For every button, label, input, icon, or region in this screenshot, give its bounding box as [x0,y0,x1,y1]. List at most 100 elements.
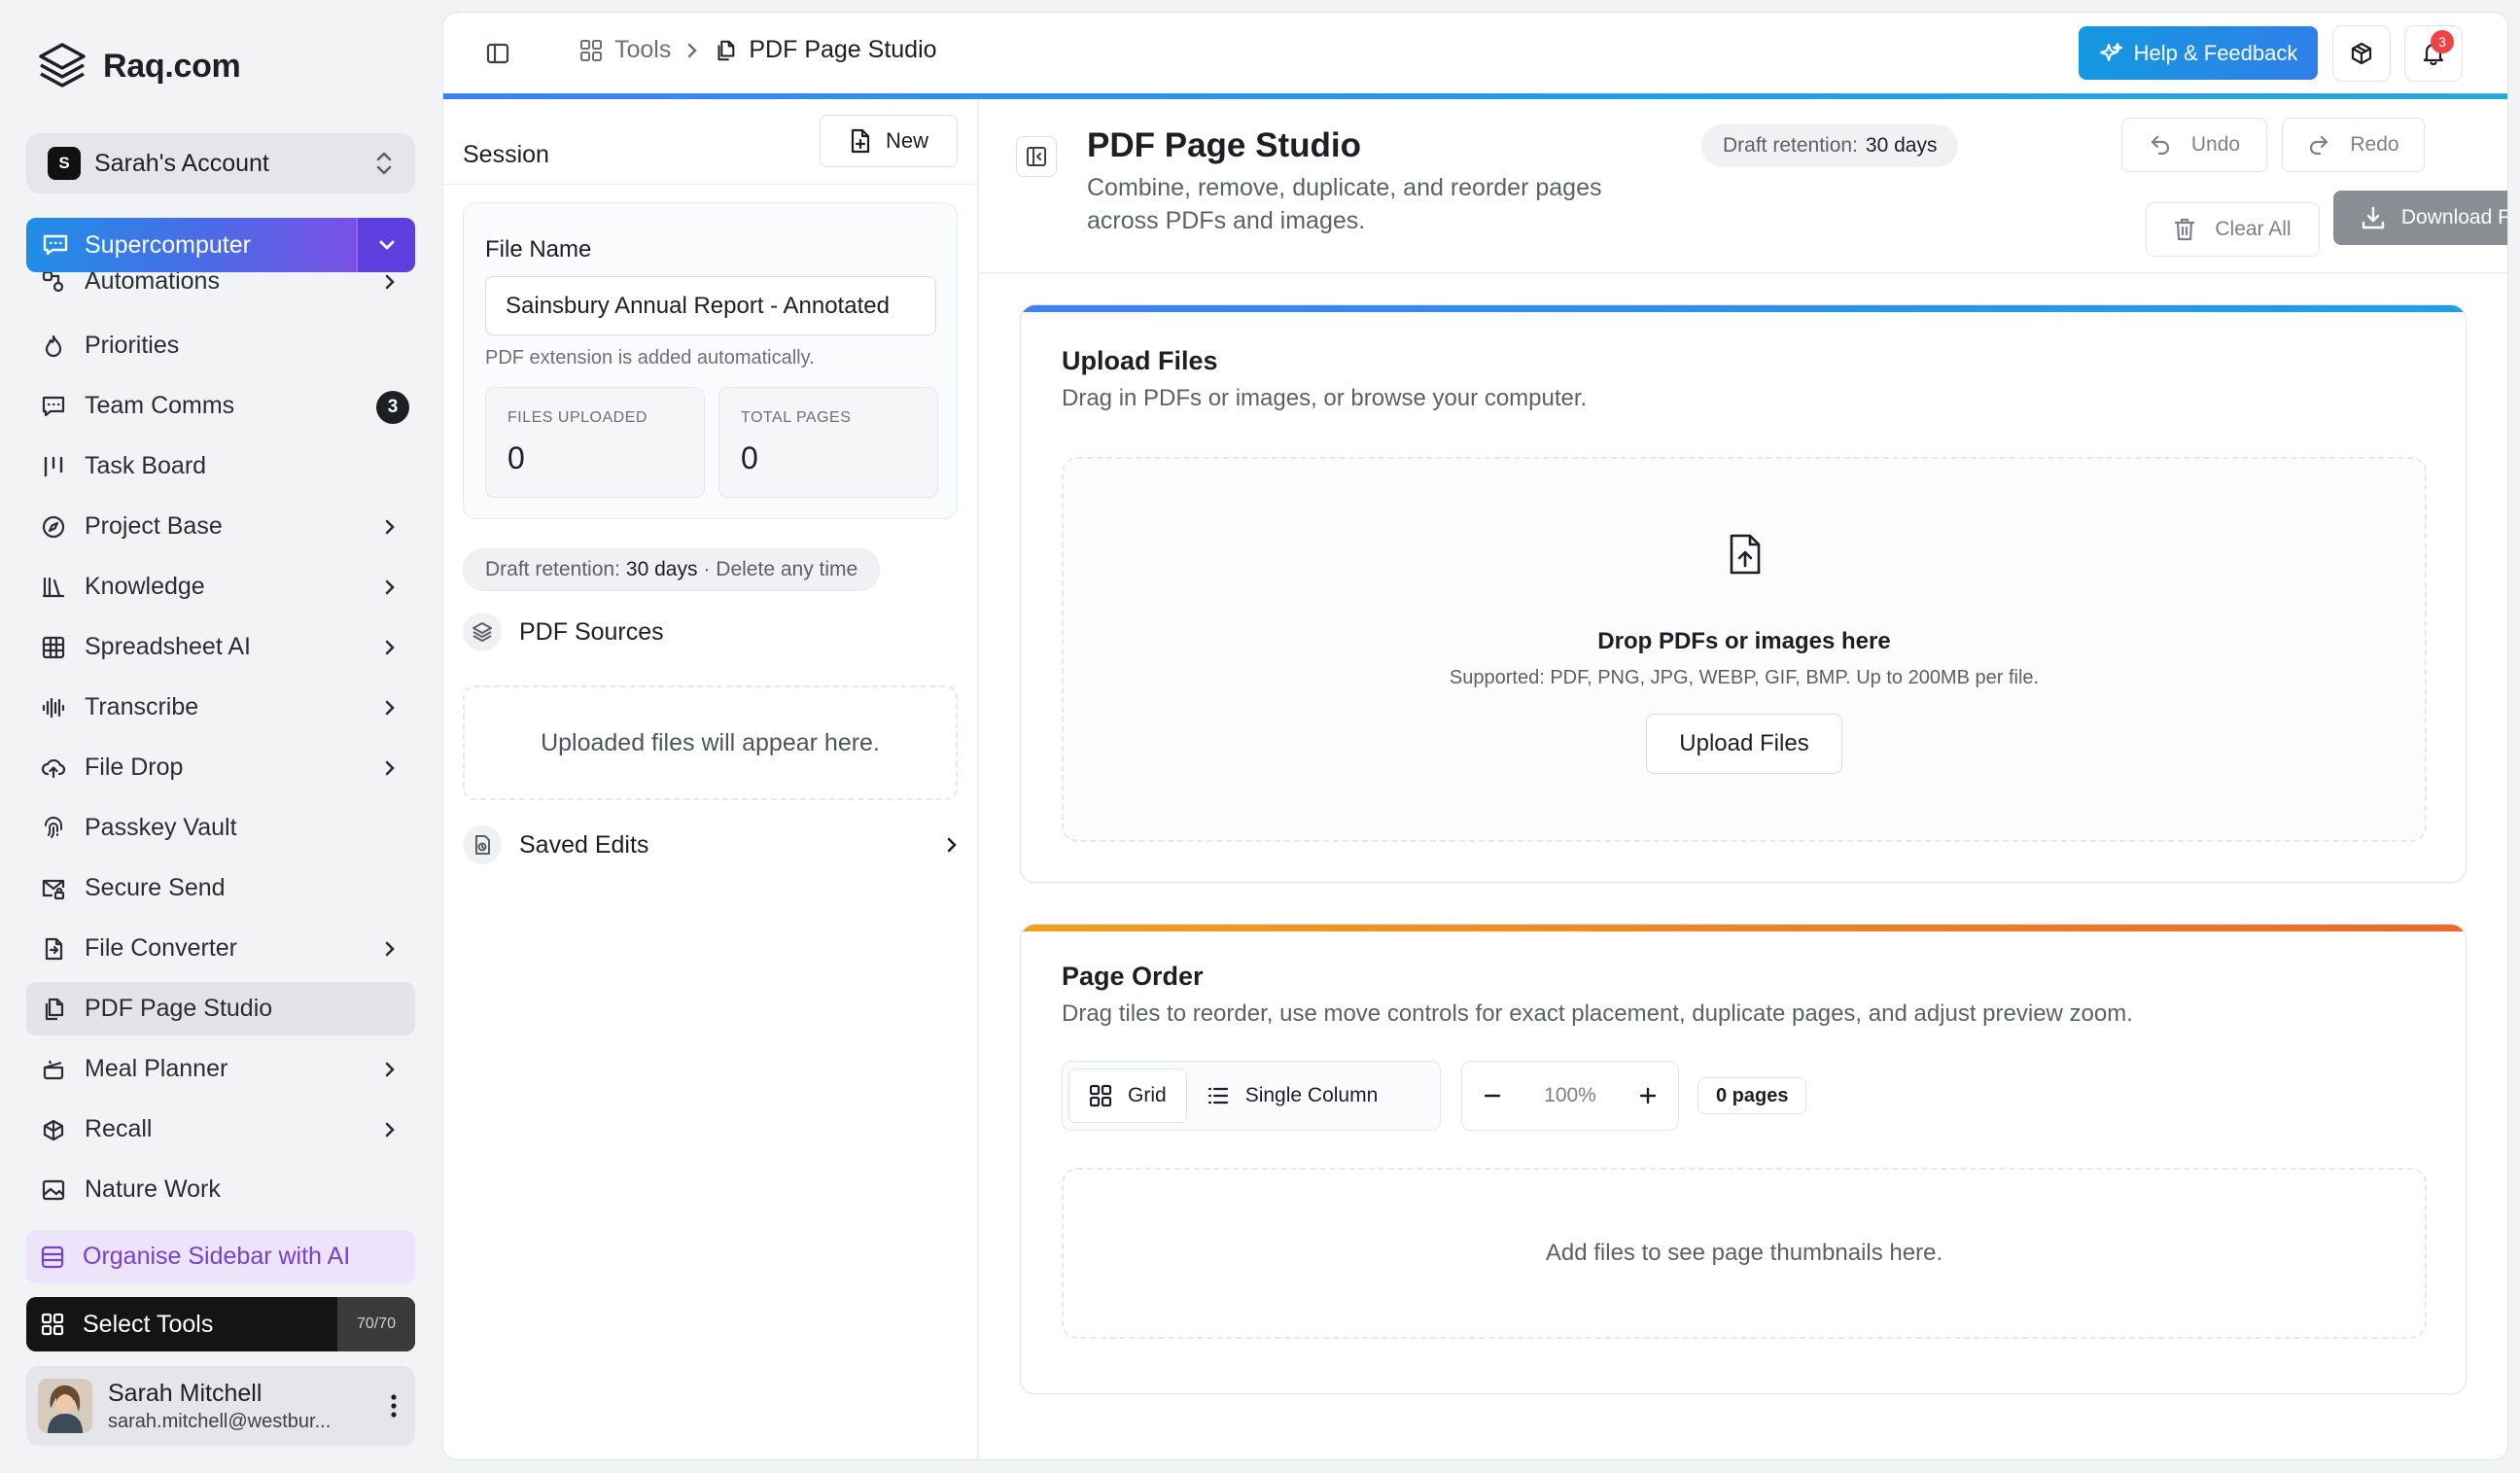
drop-zone[interactable]: Drop PDFs or images here Supported: PDF,… [1062,457,2427,842]
retention-prefix: Draft retention: [485,558,620,580]
sidebar-item-label: Automations [85,268,220,295]
file-name-hint: PDF extension is added automatically. [485,347,815,368]
draft-retention-value: 30 days [1865,134,1938,157]
undo-button[interactable]: Undo [2121,118,2267,172]
sidebar-item-knowledge[interactable]: Knowledge [26,560,415,614]
sidebar-item-file-drop[interactable]: File Drop [26,741,415,794]
breadcrumb: Tools PDF Page Studio [579,36,937,64]
pdf-sources-title: PDF Sources [519,617,664,646]
unread-badge: 3 [376,391,409,424]
sidebar-item-label: Priorities [85,332,180,359]
sidebar-item-label: Nature Work [85,1175,221,1203]
saved-edits-toggle[interactable]: Saved Edits [463,821,958,869]
supercomputer-button[interactable]: Supercomputer [26,218,415,272]
sparkle-list-icon [40,1245,65,1270]
sidebar: Raq.com S Sarah's Account Automations Pr… [0,0,442,1473]
draft-retention-label: Draft retention: [1723,134,1858,157]
table-icon [40,634,67,661]
saved-edits-label: Saved Edits [519,830,649,859]
zoom-in-icon[interactable] [1637,1085,1659,1106]
avatar [38,1379,92,1433]
notifications-button[interactable]: 3 [2404,25,2463,82]
files-uploaded-label: FILES UPLOADED [508,409,648,426]
sidebar-toggle-icon[interactable] [486,42,509,65]
help-feedback-label: Help & Feedback [2133,40,2298,65]
sidebar-item-label: PDF Page Studio [85,995,273,1022]
clear-all-label: Clear All [2215,218,2292,240]
account-switcher[interactable]: S Sarah's Account [26,133,415,193]
sidebar-item-meal-planner[interactable]: Meal Planner [26,1042,415,1096]
brand-name: Raq.com [103,47,241,85]
sidebar-item-task-board[interactable]: Task Board [26,439,415,493]
sidebar-item-priorities[interactable]: Priorities [26,319,415,372]
undo-icon [2149,133,2172,157]
organise-sidebar-button[interactable]: Organise Sidebar with AI [26,1230,415,1283]
collapse-panel-button[interactable] [1016,136,1057,177]
file-name-label: File Name [485,236,592,263]
sidebar-item-file-converter[interactable]: File Converter [26,922,415,975]
user-profile[interactable]: Sarah Mitchell sarah.mitchell@westbur... [26,1366,415,1446]
sidebar-item-label: Transcribe [85,693,199,720]
chevron-right-icon [946,835,958,855]
saved-history-icon [463,825,502,864]
main-frame: Tools PDF Page Studio Help & Feedback 3 … [443,13,2507,1459]
brain-icon [40,1116,67,1143]
sidebar-item-label: File Converter [85,934,237,962]
topbar: Tools PDF Page Studio Help & Feedback 3 [443,13,2507,94]
help-feedback-button[interactable]: Help & Feedback [2079,26,2318,80]
cube-button[interactable] [2332,25,2391,82]
chevron-right-icon [384,272,396,292]
grid-view-label: Grid [1128,1084,1167,1106]
sidebar-item-recall[interactable]: Recall [26,1103,415,1156]
notification-count-badge: 3 [2431,30,2454,53]
grid-view-button[interactable]: Grid [1068,1069,1187,1123]
sidebar-item-pdf-page-studio[interactable]: PDF Page Studio [26,982,415,1035]
zoom-control: 100% [1461,1061,1679,1131]
page-order-subtitle: Drag tiles to reorder, use move controls… [1062,1000,2133,1027]
monitor-chat-icon [42,231,69,259]
new-session-button[interactable]: New [820,115,958,167]
sidebar-item-passkey-vault[interactable]: Passkey Vault [26,801,415,855]
sidebar-item-nature-work[interactable]: Nature Work [26,1163,415,1216]
sidebar-item-secure-send[interactable]: Secure Send [26,861,415,915]
download-pdf-button[interactable]: Download PDF [2333,191,2507,245]
supercomputer-dropdown[interactable] [357,218,415,272]
sidebar-item-transcribe[interactable]: Transcribe [26,681,415,734]
sidebar-item-spreadsheet-ai[interactable]: Spreadsheet AI [26,620,415,674]
page-title: PDF Page Studio [1087,126,1361,164]
sidebar-nav: Automations Priorities Team Comms 3 Task… [26,268,415,1237]
kanban-icon [40,453,67,480]
chevron-right-icon [384,638,396,657]
redo-button[interactable]: Redo [2282,118,2425,172]
session-title: Session [463,141,549,168]
chevron-right-icon [384,758,396,778]
brand-logo[interactable]: Raq.com [35,39,241,93]
flame-icon [40,333,67,360]
upload-files-button[interactable]: Upload Files [1646,714,1842,774]
sidebar-item-label: Recall [85,1115,153,1142]
file-name-input[interactable] [485,276,936,335]
supercomputer-main[interactable]: Supercomputer [26,218,357,272]
zoom-out-icon[interactable] [1482,1085,1503,1106]
supercomputer-label: Supercomputer [85,230,251,259]
cube-icon [2349,41,2374,66]
grid-icon [1089,1084,1112,1107]
chevron-up-down-icon [374,150,394,177]
download-pdf-label: Download PDF [2400,206,2507,228]
user-email: sarah.mitchell@westbur... [108,1410,332,1432]
sidebar-item-label: Secure Send [85,874,226,901]
logo-icon [35,39,89,93]
pdf-pages-icon [40,996,67,1023]
total-pages-value: 0 [741,440,758,475]
sidebar-item-project-base[interactable]: Project Base [26,500,415,553]
single-column-button[interactable]: Single Column [1187,1069,1398,1123]
sidebar-item-team-comms[interactable]: Team Comms 3 [26,379,415,433]
clear-all-button[interactable]: Clear All [2146,202,2320,257]
chevron-down-icon [377,238,397,252]
breadcrumb-tools[interactable]: Tools [579,36,671,64]
sidebar-item-automations[interactable]: Automations [26,268,415,308]
card-accent-bar [1021,925,2466,931]
select-tools-button[interactable]: Select Tools 70/70 [26,1297,415,1351]
session-panel: Session New File Name PDF extension is a… [443,99,979,1459]
more-vertical-icon[interactable] [390,1393,398,1419]
